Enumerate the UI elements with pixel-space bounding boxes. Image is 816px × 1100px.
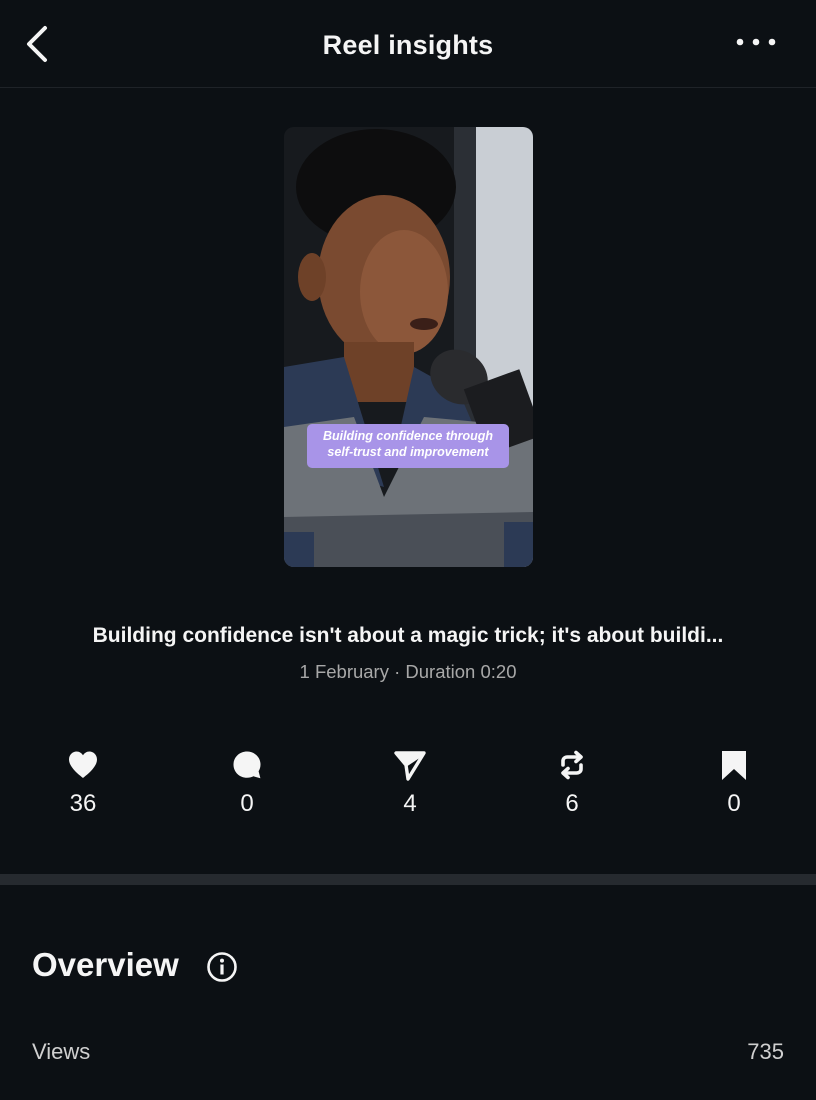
views-label: Views	[32, 1039, 91, 1064]
thumbnail-caption: Building confidence through self-trust a…	[307, 424, 509, 468]
comments-count: 0	[240, 790, 254, 817]
bookmark-icon	[722, 751, 746, 780]
overview-heading: Overview	[32, 946, 179, 983]
reel-meta: 1 February · Duration 0:20	[299, 661, 517, 682]
reel-thumbnail[interactable]: Building confidence through self-trust a…	[284, 127, 533, 567]
shares-stat[interactable]: 4	[360, 748, 460, 828]
shares-count: 4	[403, 790, 417, 817]
heart-icon	[69, 751, 97, 778]
section-divider	[0, 874, 816, 885]
reel-caption: Building confidence isn't about a magic …	[92, 624, 724, 647]
saves-count: 0	[727, 790, 741, 817]
likes-stat[interactable]: 36	[33, 748, 133, 828]
likes-count: 36	[69, 790, 97, 817]
reposts-stat[interactable]: 6	[522, 748, 622, 828]
views-value: 735	[747, 1039, 784, 1064]
reposts-count: 6	[565, 790, 579, 817]
repost-icon	[561, 750, 583, 780]
more-options-button[interactable]	[734, 30, 778, 54]
page-title: Reel insights	[322, 30, 494, 60]
reel-preview-image	[284, 127, 533, 567]
comments-stat[interactable]: 0	[197, 748, 297, 828]
reel-insights-screen: Reel insights Building confidence throug…	[0, 0, 816, 1100]
share-icon	[394, 751, 426, 781]
more-horizontal-icon	[736, 38, 776, 46]
comment-icon	[233, 751, 261, 779]
top-bar: Reel insights	[0, 0, 816, 88]
saves-stat[interactable]: 0	[684, 748, 784, 828]
info-icon[interactable]	[206, 951, 238, 983]
